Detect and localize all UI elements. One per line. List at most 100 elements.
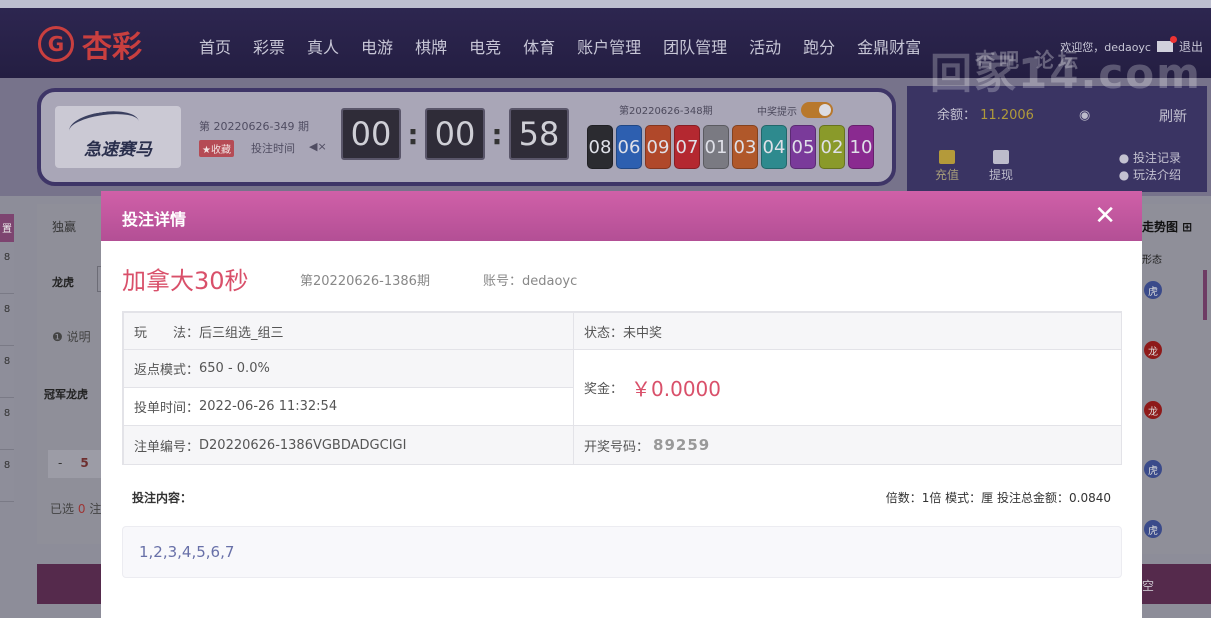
rules-link[interactable]: ● 玩法介绍 [1119,167,1181,184]
favorite-button[interactable]: ★收藏 [199,140,234,157]
champion-longhu-label: 冠军龙虎 [44,388,88,401]
notification-dot [1169,36,1177,43]
close-icon[interactable]: ✕ [1094,201,1116,231]
balance-value: 11.2006 [980,108,1034,123]
info-link[interactable]: ❶ 说明 [52,328,91,345]
bet-record-link[interactable]: ● 投注记录 [1119,150,1181,167]
nav-item-sports[interactable]: 体育 [523,34,555,58]
account-actions: 充值 提现 [935,150,1013,183]
play-method-label: 玩 法： [134,325,200,341]
withdraw-button[interactable]: 提现 [989,150,1013,183]
left-tab-item[interactable]: 8 [0,450,14,502]
brand-name: 杏彩 [82,30,142,65]
rebate-value: 650 - 0.0% [199,361,270,376]
rebate-cell: 返点模式： 650 - 0.0% [123,349,574,388]
play-method-value: 后三组选_组三 [199,325,284,341]
selected-count: 已选 0 注 [50,500,101,517]
draw-number-cell: 开奖号码： 89259 [573,425,1122,465]
bet-detail-modal: 投注详情 ✕ 加拿大30秒 第20220626-1386期 账号：dedaoyc… [101,191,1142,618]
clear-button[interactable]: 空 [1142,564,1211,604]
countdown-timer: 00 : 00 : 58 [341,108,569,160]
hide-balance-icon[interactable]: ◉ [1079,108,1090,123]
prize-value: ￥0.0000 [631,377,721,401]
trend-chart-title[interactable]: 走势图 ⊞ [1142,218,1192,235]
logout-link[interactable]: 退出 [1179,38,1203,55]
withdraw-label: 提现 [989,168,1014,182]
game-panel: 急速赛马 第 20220626-349 期 ★收藏 投注时间 ◀× 00 : 0… [37,88,896,186]
selected-count-value: 0 [77,502,86,516]
game-bar: 急速赛马 第 20220626-349 期 ★收藏 投注时间 ◀× 00 : 0… [0,78,1211,196]
draw-ball: 01 [703,125,729,169]
prize-hint-toggle[interactable] [801,102,833,118]
selected-prefix: 已选 [50,502,75,516]
deposit-button[interactable]: 充值 [935,150,959,183]
deposit-label: 充值 [935,168,960,182]
trend-mark: 龙 [1144,401,1162,419]
refresh-button[interactable]: 刷新 [1159,106,1187,126]
prize-hint-label: 中奖提示 [757,106,797,118]
order-number-value: D20220626-1386VGBDADGCIGI [199,437,407,453]
countdown-hours: 00 [341,108,401,160]
prize-cell: 奖金： ￥0.0000 [573,349,1122,426]
wallet-icon [993,150,1010,164]
multiplier-stepper[interactable]: -5 [48,450,106,478]
nav-item-live[interactable]: 真人 [307,34,339,58]
order-number-cell: 注单编号： D20220626-1386VGBDADGCIGI [123,425,574,465]
draw-number-label: 开奖号码： [584,439,650,455]
left-tab-item[interactable]: 8 [0,242,14,294]
nav-item-chess[interactable]: 棋牌 [415,34,447,58]
previous-issue: 第20220626-348期 [619,106,713,117]
left-tab-head[interactable]: 置 [0,214,14,242]
multiplier-value: 5 [80,456,89,470]
nav-item-paofen[interactable]: 跑分 [803,34,835,58]
trend-mark: 虎 [1144,460,1162,478]
countdown-separator: : [407,117,419,151]
bet-detail-table: 玩 法： 后三组选_组三 状态： 未中奖 返点模式： 650 - 0.0% 奖金… [122,311,1122,465]
play-row-longhu: 龙虎 [52,276,74,289]
draw-ball: 06 [616,125,642,169]
bet-meta: 倍数：1倍 模式：厘 投注总金额：0.0840 [885,491,1111,505]
order-number-label: 注单编号： [134,439,200,455]
tab-duying[interactable]: 独赢 [52,218,76,235]
draw-ball: 10 [848,125,874,169]
nav-item-wealth[interactable]: 金鼎财富 [857,34,921,58]
countdown-separator: : [491,117,503,151]
bet-time-label: 投单时间： [134,401,200,416]
bet-content-label: 投注内容： [132,491,193,505]
brand-logo-icon: G [38,26,74,62]
mail-icon[interactable] [1156,36,1177,52]
trend-mark: 虎 [1144,281,1162,299]
selected-suffix: 注 [89,502,102,516]
trend-scrollbar[interactable] [1203,270,1207,320]
balance-label: 余额： [937,108,977,123]
rebate-label: 返点模式： [134,363,200,378]
account-number: 账号：dedaoyc [483,274,578,289]
draw-number-value: 89259 [653,436,711,454]
left-tab-item[interactable]: 8 [0,346,14,398]
draw-ball: 03 [732,125,758,169]
prize-label: 奖金： [584,382,624,397]
nav-item-activity[interactable]: 活动 [749,34,781,58]
deposit-icon [939,150,955,164]
brand-logo[interactable]: G 杏彩 [38,22,142,66]
nav-item-account[interactable]: 账户管理 [577,34,641,58]
nav-item-home[interactable]: 首页 [199,34,231,58]
modal-header: 投注详情 ✕ [101,191,1142,241]
account-links: ● 投注记录 ● 玩法介绍 [1119,150,1181,184]
left-tab-item[interactable]: 8 [0,398,14,450]
draw-ball: 07 [674,125,700,169]
left-tab-item[interactable]: 8 [0,294,14,346]
draw-result-balls: 08 06 09 07 01 03 04 05 02 10 [587,125,874,169]
sound-mute-icon[interactable]: ◀× [309,140,327,153]
nav-item-esports[interactable]: 电竞 [469,34,501,58]
draw-ball: 08 [587,125,613,169]
nav-item-team[interactable]: 团队管理 [663,34,727,58]
countdown-seconds: 58 [509,108,569,160]
nav-item-slots[interactable]: 电游 [361,34,393,58]
draw-ball: 09 [645,125,671,169]
balance: 余额： 11.2006 [937,104,1034,123]
minus-button[interactable]: - [58,456,62,470]
draw-ball: 02 [819,125,845,169]
bet-panel-background [37,204,107,544]
nav-item-lottery[interactable]: 彩票 [253,34,285,58]
